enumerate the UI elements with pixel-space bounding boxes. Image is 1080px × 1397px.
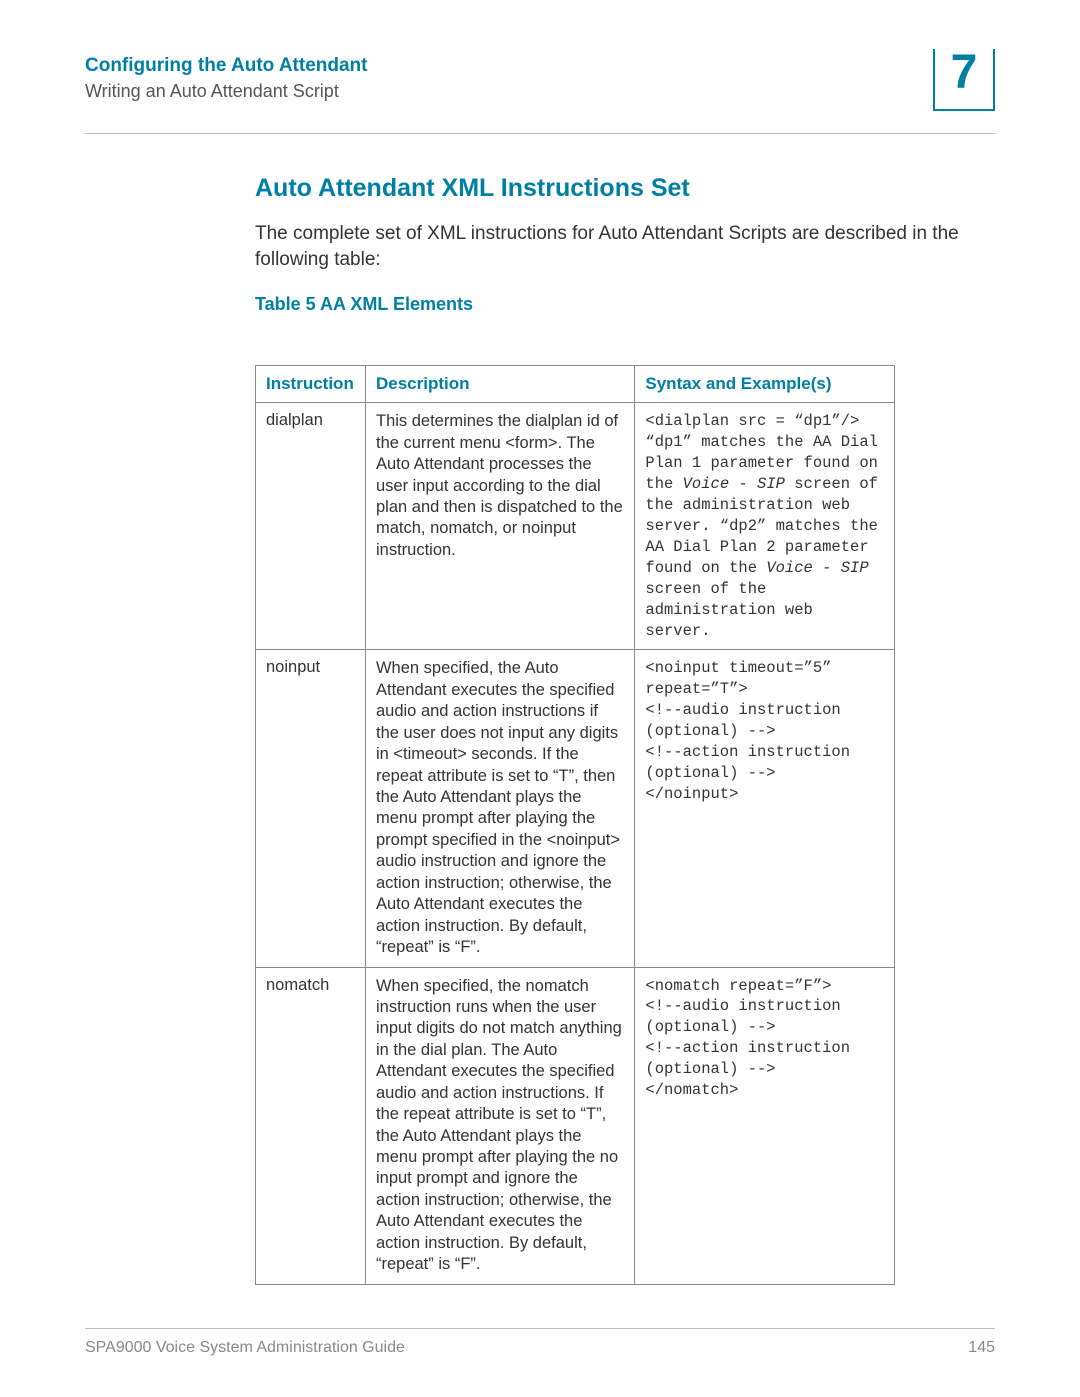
main-content: Auto Attendant XML Instructions Set The …: [255, 174, 995, 1285]
cell-syntax: <noinput timeout=”5” repeat=”T”> <!--aud…: [635, 650, 895, 967]
table-row: noinput When specified, the Auto Attenda…: [256, 650, 895, 967]
cell-description: When specified, the nomatch instruction …: [365, 967, 634, 1284]
table-row: nomatch When specified, the nomatch inst…: [256, 967, 895, 1284]
cell-instruction: dialplan: [256, 403, 366, 650]
page-header: Configuring the Auto Attendant Writing a…: [85, 55, 995, 134]
cell-instruction: noinput: [256, 650, 366, 967]
chapter-title: Configuring the Auto Attendant: [85, 55, 367, 77]
th-description: Description: [365, 366, 634, 403]
cell-syntax: <nomatch repeat=”F”> <!--audio instructi…: [635, 967, 895, 1284]
section-title: Writing an Auto Attendant Script: [85, 81, 367, 102]
cell-description: When specified, the Auto Attendant execu…: [365, 650, 634, 967]
heading-xml-instructions: Auto Attendant XML Instructions Set: [255, 174, 995, 203]
th-instruction: Instruction: [256, 366, 366, 403]
cell-instruction: nomatch: [256, 967, 366, 1284]
table-row: dialplan This determines the dialplan id…: [256, 403, 895, 650]
th-syntax: Syntax and Example(s): [635, 366, 895, 403]
cell-syntax: <dialplan src = “dp1”/> “dp1” matches th…: [635, 403, 895, 650]
aa-xml-elements-table: Instruction Description Syntax and Examp…: [255, 365, 895, 1284]
page-footer: SPA9000 Voice System Administration Guid…: [85, 1328, 995, 1357]
cell-description: This determines the dialplan id of the c…: [365, 403, 634, 650]
chapter-number-box: 7: [933, 49, 995, 111]
table-header-row: Instruction Description Syntax and Examp…: [256, 366, 895, 403]
table-label: Table 5 AA XML Elements: [255, 294, 995, 315]
footer-page-number: 145: [968, 1339, 995, 1357]
intro-paragraph: The complete set of XML instructions for…: [255, 221, 995, 272]
footer-doc-title: SPA9000 Voice System Administration Guid…: [85, 1339, 405, 1357]
chapter-number: 7: [951, 49, 978, 97]
